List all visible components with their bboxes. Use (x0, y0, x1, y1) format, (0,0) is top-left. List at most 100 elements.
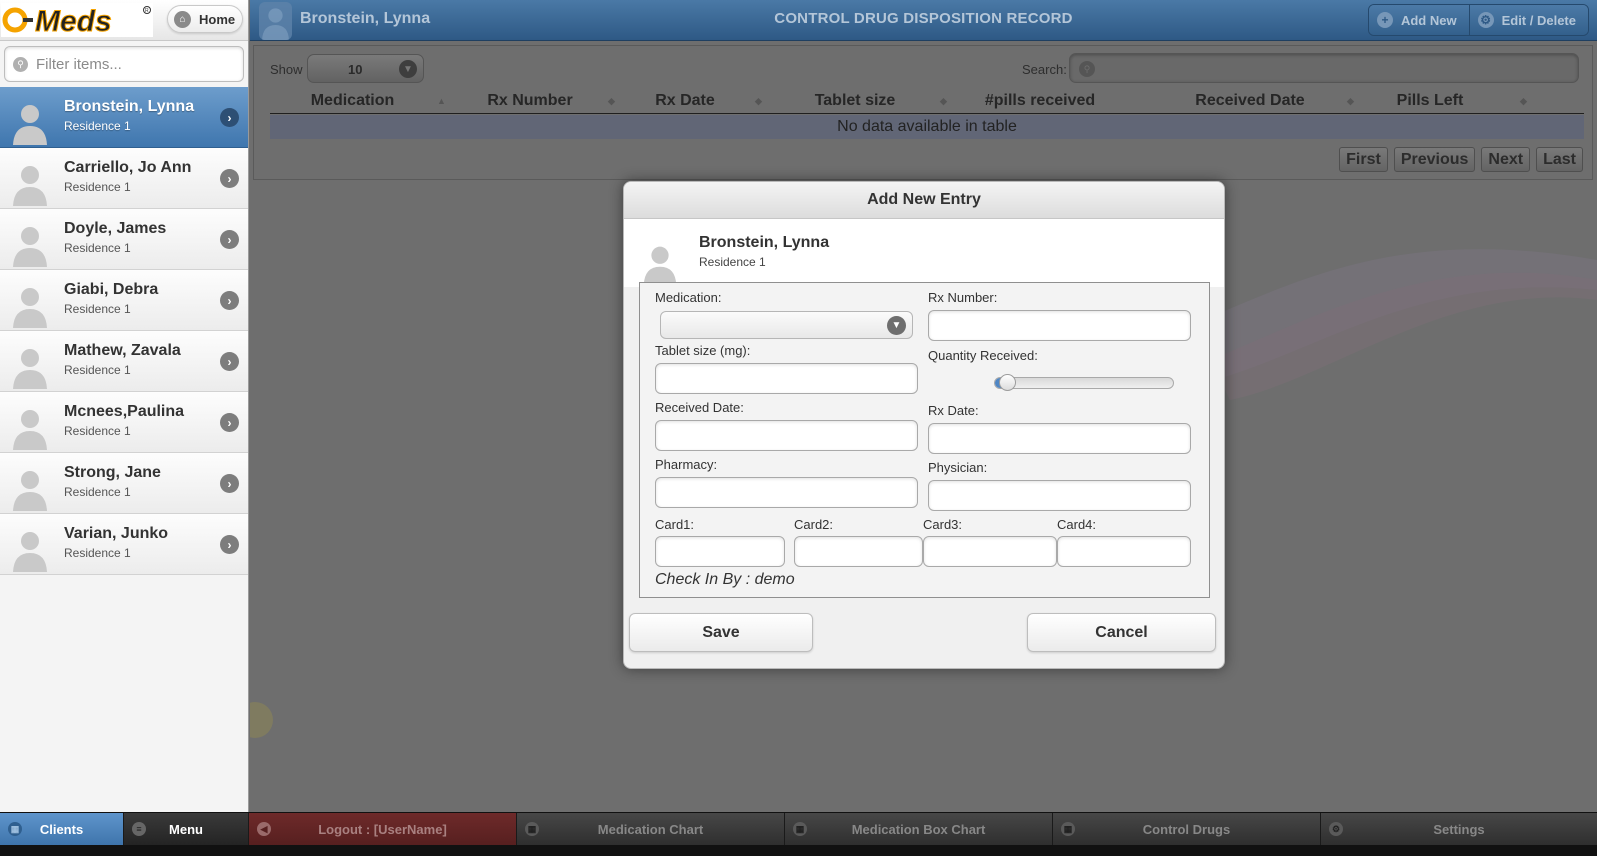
first-page-button[interactable]: First (1339, 147, 1388, 172)
client-avatar (10, 158, 50, 206)
column-header-pills-left[interactable]: Pills Left ◆ (1375, 92, 1527, 110)
column-header-medication[interactable]: Medication ▲ (290, 92, 446, 110)
client-residence: Residence 1 (64, 424, 131, 438)
client-list-item[interactable]: Mcnees,Paulina Residence 1 › (0, 392, 248, 453)
add-new-button[interactable]: + Add New (1368, 5, 1470, 35)
quantity-slider-handle[interactable] (999, 374, 1016, 391)
chevron-right-icon[interactable]: › (220, 352, 239, 371)
rx-number-field[interactable] (928, 310, 1191, 341)
client-name: Giabi, Debra (64, 281, 159, 298)
physician-label: Physician: (928, 460, 988, 475)
nav-clients-label: Clients (39, 822, 84, 837)
filter-field[interactable]: ⚲ (4, 46, 244, 82)
client-name: Mcnees,Paulina (64, 403, 185, 420)
svg-text:Meds: Meds (35, 5, 112, 37)
client-list-item[interactable]: Doyle, James Residence 1 › (0, 209, 248, 270)
client-residence: Residence 1 (64, 302, 131, 316)
pharmacy-field[interactable] (655, 477, 918, 508)
grid-icon: ▦ (1061, 822, 1075, 836)
client-list-item[interactable]: Varian, Junko Residence 1 › (0, 514, 248, 575)
app-logo: Meds R (1, 3, 153, 37)
client-avatar (10, 97, 50, 145)
client-residence: Residence 1 (64, 363, 131, 377)
tablet-size-field[interactable] (655, 363, 918, 394)
received-date-label: Received Date: (655, 400, 744, 415)
client-list-item[interactable]: Strong, Jane Residence 1 › (0, 453, 248, 514)
client-avatar (640, 239, 680, 285)
back-arrow-icon: ◀ (257, 822, 271, 836)
rx-date-label: Rx Date: (928, 403, 979, 418)
quantity-value-box[interactable] (924, 367, 972, 397)
dialog-title: Add New Entry (624, 182, 1224, 219)
next-page-button[interactable]: Next (1481, 147, 1531, 172)
card1-label: Card1: (655, 517, 695, 532)
client-name: Doyle, James (64, 220, 167, 237)
sort-icon: ◆ (755, 96, 762, 106)
nav-medication-chart-label: Medication Chart (597, 822, 704, 837)
cancel-button[interactable]: Cancel (1027, 613, 1216, 652)
last-page-button[interactable]: Last (1536, 147, 1583, 172)
card3-label: Card3: (923, 517, 963, 532)
previous-page-button[interactable]: Previous (1393, 147, 1476, 172)
card4-field[interactable] (1057, 536, 1191, 567)
chevron-right-icon[interactable]: › (220, 535, 239, 554)
entry-form: Medication: ▼ Rx Number: Tablet size (mg… (639, 282, 1210, 598)
column-header-received-date[interactable]: Received Date ◆ (1175, 92, 1354, 110)
plus-icon: + (1376, 12, 1393, 28)
card2-field[interactable] (794, 536, 923, 567)
chevron-right-icon[interactable]: › (220, 291, 239, 310)
chevron-right-icon[interactable]: › (220, 413, 239, 432)
client-list: Bronstein, Lynna Residence 1 › Carriello, J… (0, 87, 248, 575)
chevron-right-icon[interactable]: › (220, 230, 239, 249)
home-button[interactable]: ⌂ Home (167, 5, 243, 33)
filter-input[interactable] (36, 55, 226, 73)
column-header-tablet-size[interactable]: Tablet size ◆ (780, 92, 947, 110)
save-button[interactable]: Save (629, 613, 813, 652)
table-header: Medication ▲ Rx Number ◆ Rx Date ◆ Tablet s… (270, 90, 1584, 114)
column-header-rx-number[interactable]: Rx Number ◆ (460, 92, 615, 110)
sort-icon: ◆ (1520, 96, 1527, 106)
card1-field[interactable] (655, 536, 785, 567)
sidebar-header: Meds R ⌂ Home (0, 0, 248, 41)
quantity-received-label: Quantity Received: (928, 348, 1038, 363)
received-date-field[interactable] (655, 420, 918, 451)
nav-control-drugs-label: Control Drugs (1142, 822, 1231, 837)
nav-settings[interactable]: ⚙ Settings (1321, 813, 1597, 846)
sort-asc-icon: ▲ (437, 96, 446, 106)
add-new-entry-dialog: Add New Entry Bronstein, Lynna Residence… (623, 181, 1225, 669)
physician-field[interactable] (928, 480, 1191, 511)
chevron-right-icon[interactable]: › (220, 169, 239, 188)
column-header-pills-received[interactable]: #pills received (955, 92, 1125, 110)
nav-logout[interactable]: ◀ Logout : [UserName] (249, 813, 517, 846)
edit-delete-button[interactable]: ⚙ Edit / Delete (1469, 5, 1588, 35)
client-name: Mathew, Zavala (64, 342, 181, 359)
chevron-right-icon[interactable]: › (220, 108, 239, 127)
rx-number-label: Rx Number: (928, 290, 998, 305)
card3-field[interactable] (923, 536, 1057, 567)
grid-icon: ▦ (793, 822, 807, 836)
chevron-right-icon[interactable]: › (220, 474, 239, 493)
nav-menu[interactable]: ≡ Menu (124, 813, 249, 846)
quantity-slider-track[interactable] (994, 377, 1174, 389)
client-list-item[interactable]: Carriello, Jo Ann Residence 1 › (0, 148, 248, 209)
nav-control-drugs[interactable]: ▦ Control Drugs (1053, 813, 1321, 846)
nav-clients[interactable]: ▦ Clients (0, 813, 124, 846)
show-label: Show (270, 62, 303, 77)
top-bar: Bronstein, Lynna CONTROL DRUG DISPOSITIO… (250, 0, 1597, 41)
nav-medication-box-chart[interactable]: ▦ Medication Box Chart (785, 813, 1053, 846)
medication-select[interactable]: ▼ (660, 311, 913, 339)
page-size-select[interactable]: 10 ▼ (307, 54, 424, 83)
rx-date-field[interactable] (928, 423, 1191, 454)
gear-icon: ⚙ (1477, 12, 1494, 28)
client-list-item[interactable]: Bronstein, Lynna Residence 1 › (0, 87, 248, 148)
client-list-item[interactable]: Mathew, Zavala Residence 1 › (0, 331, 248, 392)
sidebar: Meds R ⌂ Home ⚲ Bronstein, Lynna Residenc… (0, 0, 249, 812)
table-search-input[interactable]: ⚲ (1069, 53, 1579, 83)
bottom-nav: ▦ Clients ≡ Menu ◀ Logout : [UserName] ▦… (0, 812, 1597, 846)
column-header-rx-date[interactable]: Rx Date ◆ (630, 92, 762, 110)
nav-medication-chart[interactable]: ▦ Medication Chart (517, 813, 785, 846)
client-list-item[interactable]: Giabi, Debra Residence 1 › (0, 270, 248, 331)
dialog-client-residence: Residence 1 (699, 255, 766, 269)
add-new-label: Add New (1400, 12, 1457, 28)
client-name: Strong, Jane (64, 464, 161, 481)
